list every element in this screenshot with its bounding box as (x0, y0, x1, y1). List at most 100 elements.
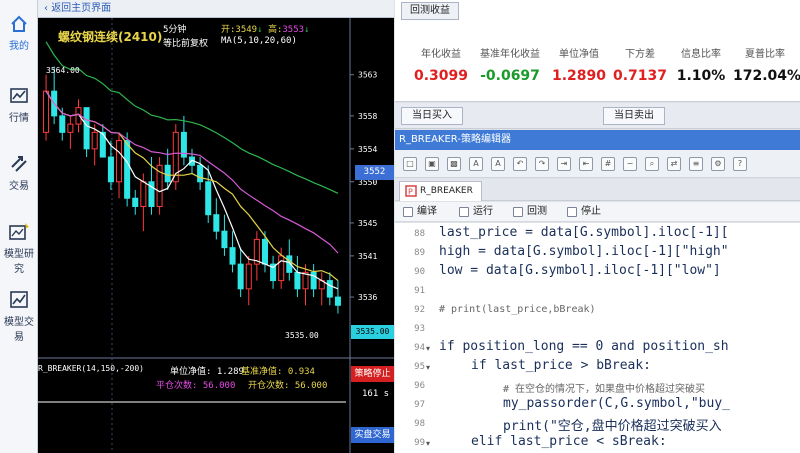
line-number: 92 (414, 305, 425, 315)
fold-toggle-icon[interactable]: ▾ (426, 363, 430, 372)
bench-nav: 基准净值: 0.934 (241, 367, 315, 377)
candle-body (294, 271, 301, 290)
line-number: 89 (414, 248, 425, 258)
price-tick-label: 3563 (358, 71, 377, 80)
market-chart-icon (10, 88, 28, 103)
home-icon (11, 15, 27, 32)
stat-value-downside-variance: 0.7137 (612, 68, 668, 84)
stop-button[interactable]: 停止 (567, 204, 601, 220)
candle-body (334, 296, 341, 306)
uncomment-icon[interactable]: − (623, 157, 637, 171)
close-count: 平仓次数: 56.000 (156, 381, 236, 391)
run-button[interactable]: 运行 (459, 204, 493, 220)
sidebar-label: 交易 (9, 181, 29, 192)
redo-icon[interactable]: ↷ (535, 157, 549, 171)
sidebar-label: 行情 (9, 113, 29, 124)
save-icon[interactable]: ▣ (425, 157, 439, 171)
compile-button[interactable]: 编译 (403, 204, 437, 220)
stop-icon (567, 207, 577, 217)
save-as-icon[interactable]: ▩ (447, 157, 461, 171)
last-price-tag: 3535.00 (351, 325, 394, 339)
settings-icon[interactable]: ⚙ (711, 157, 725, 171)
sidebar-item-trade[interactable]: 交易 (0, 154, 38, 192)
line-number: 96 (414, 381, 425, 391)
sidebar-item-model-trade[interactable]: 模型交易 (0, 290, 38, 343)
unit-nav-label: 单位净值 (170, 367, 207, 377)
new-file-icon[interactable]: □ (403, 157, 417, 171)
code-editor[interactable]: 88 last_price = data[G.symbol].iloc[-1][8… (395, 223, 800, 453)
price-tick-label: 3545 (358, 219, 377, 228)
sidebar-item-market[interactable]: 行情 (0, 86, 38, 124)
backtest-stats-panel: 回测收益 年化收益 基准年化收益 单位净值 下方差 信息比率 夏普比率 0.30… (395, 0, 800, 102)
font-smaller-icon[interactable]: A (469, 157, 483, 171)
code-line[interactable]: last_price = data[G.symbol].iloc[-1][ (439, 225, 729, 240)
stat-header: 下方差 (625, 49, 655, 60)
run-icon (459, 207, 469, 217)
line-number: 98 (414, 419, 425, 429)
stat-header: 信息比率 (681, 49, 721, 60)
sidebar-item-model-research[interactable]: 模型研究 (0, 222, 38, 275)
line-number: 99 (414, 438, 425, 448)
tab-backtest-returns[interactable]: 回测收益 (401, 2, 459, 20)
sidebar-item-mine[interactable]: 我的 (0, 14, 38, 52)
indent-icon[interactable]: ⇥ (557, 157, 571, 171)
code-line[interactable]: elif last_price < sBreak: (471, 434, 667, 449)
open-count-value: 56.000 (294, 381, 328, 391)
fold-toggle-icon[interactable]: ▾ (426, 439, 430, 448)
file-tab-r-breaker[interactable]: P R_BREAKER (399, 181, 482, 201)
code-line[interactable]: low = data[G.symbol].iloc[-1]["low"] (439, 263, 721, 278)
strategy-stop-button[interactable]: 策略停止 (351, 366, 394, 382)
backtest-button[interactable]: 回测 (513, 204, 547, 220)
code-line[interactable]: high = data[G.symbol].iloc[-1]["high" (439, 244, 729, 259)
help-icon[interactable]: ? (733, 157, 747, 171)
price-tick-label: 3558 (358, 112, 377, 121)
strategy-editor-title: R_BREAKER-策略编辑器 (395, 130, 800, 150)
stat-value-sharpe-ratio: 172.04% (733, 68, 800, 84)
candle-body (164, 164, 171, 183)
fold-toggle-icon[interactable]: ▾ (426, 344, 430, 353)
trade-arrows-icon (11, 156, 27, 172)
live-trade-button[interactable]: 实盘交易 (351, 427, 394, 443)
candle-body (245, 263, 252, 290)
code-line[interactable]: # print(last_price,bBreak) (439, 304, 596, 315)
ohlc-readout: 开:3549↓ 高:3553↓ (221, 22, 309, 35)
model-trade-icon (10, 291, 28, 308)
python-file-icon: P (405, 185, 417, 197)
code-line[interactable]: print("空仓,盘中价格超过突破买入 (503, 415, 722, 434)
replace-icon[interactable]: ⇄ (667, 157, 681, 171)
run-label: 运行 (473, 206, 493, 217)
candle-body (197, 164, 204, 183)
code-line[interactable]: if last_price > bBreak: (471, 358, 651, 373)
bench-nav-label: 基准净值 (241, 367, 278, 377)
indicator-name: R_BREAKER(14,150,-200) (38, 364, 144, 373)
sidebar-label: 模型研究 (4, 249, 34, 275)
format-icon[interactable]: ≡ (689, 157, 703, 171)
font-larger-icon[interactable]: A (491, 157, 505, 171)
stat-header: 基准年化收益 (480, 49, 540, 60)
moving-average-line (45, 90, 339, 282)
down-arrow-icon: ↓ (257, 25, 263, 35)
stat-value-info-ratio: 1.10% (676, 68, 726, 84)
high-label: 高: (267, 25, 283, 35)
svg-text:P: P (408, 188, 413, 197)
code-line[interactable]: if position_long == 0 and position_sh (439, 339, 729, 354)
undo-icon[interactable]: ↶ (513, 157, 527, 171)
code-line[interactable]: # 在空仓的情况下，如果盘中价格超过突破买 (503, 380, 705, 395)
daily-buy-tab[interactable]: 当日买入 (401, 107, 463, 125)
candle-body (116, 140, 123, 183)
line-number: 94 (414, 343, 425, 353)
outdent-icon[interactable]: ⇤ (579, 157, 593, 171)
stat-value-annual-return: 0.3099 (413, 68, 469, 84)
daily-sell-tab[interactable]: 当日卖出 (603, 107, 665, 125)
current-price-tag: 3552 (355, 165, 394, 180)
editor-toolbar: □ ▣ ▩ A A ↶ ↷ ⇥ ⇤ # − ⌕ ⇄ ≡ ⚙ ? (395, 150, 800, 178)
backtest-label: 回测 (527, 206, 547, 217)
candle-body (221, 230, 228, 249)
open-value: 3549 (235, 25, 258, 35)
candle-body (91, 131, 98, 150)
find-icon[interactable]: ⌕ (645, 157, 659, 171)
right-panel: 回测收益 年化收益 基准年化收益 单位净值 下方差 信息比率 夏普比率 0.30… (395, 0, 800, 453)
comment-icon[interactable]: # (601, 157, 615, 171)
code-line[interactable]: my_passorder(C,G.symbol,"buy_ (503, 396, 730, 411)
open-count-label: 开仓次数 (248, 381, 285, 391)
